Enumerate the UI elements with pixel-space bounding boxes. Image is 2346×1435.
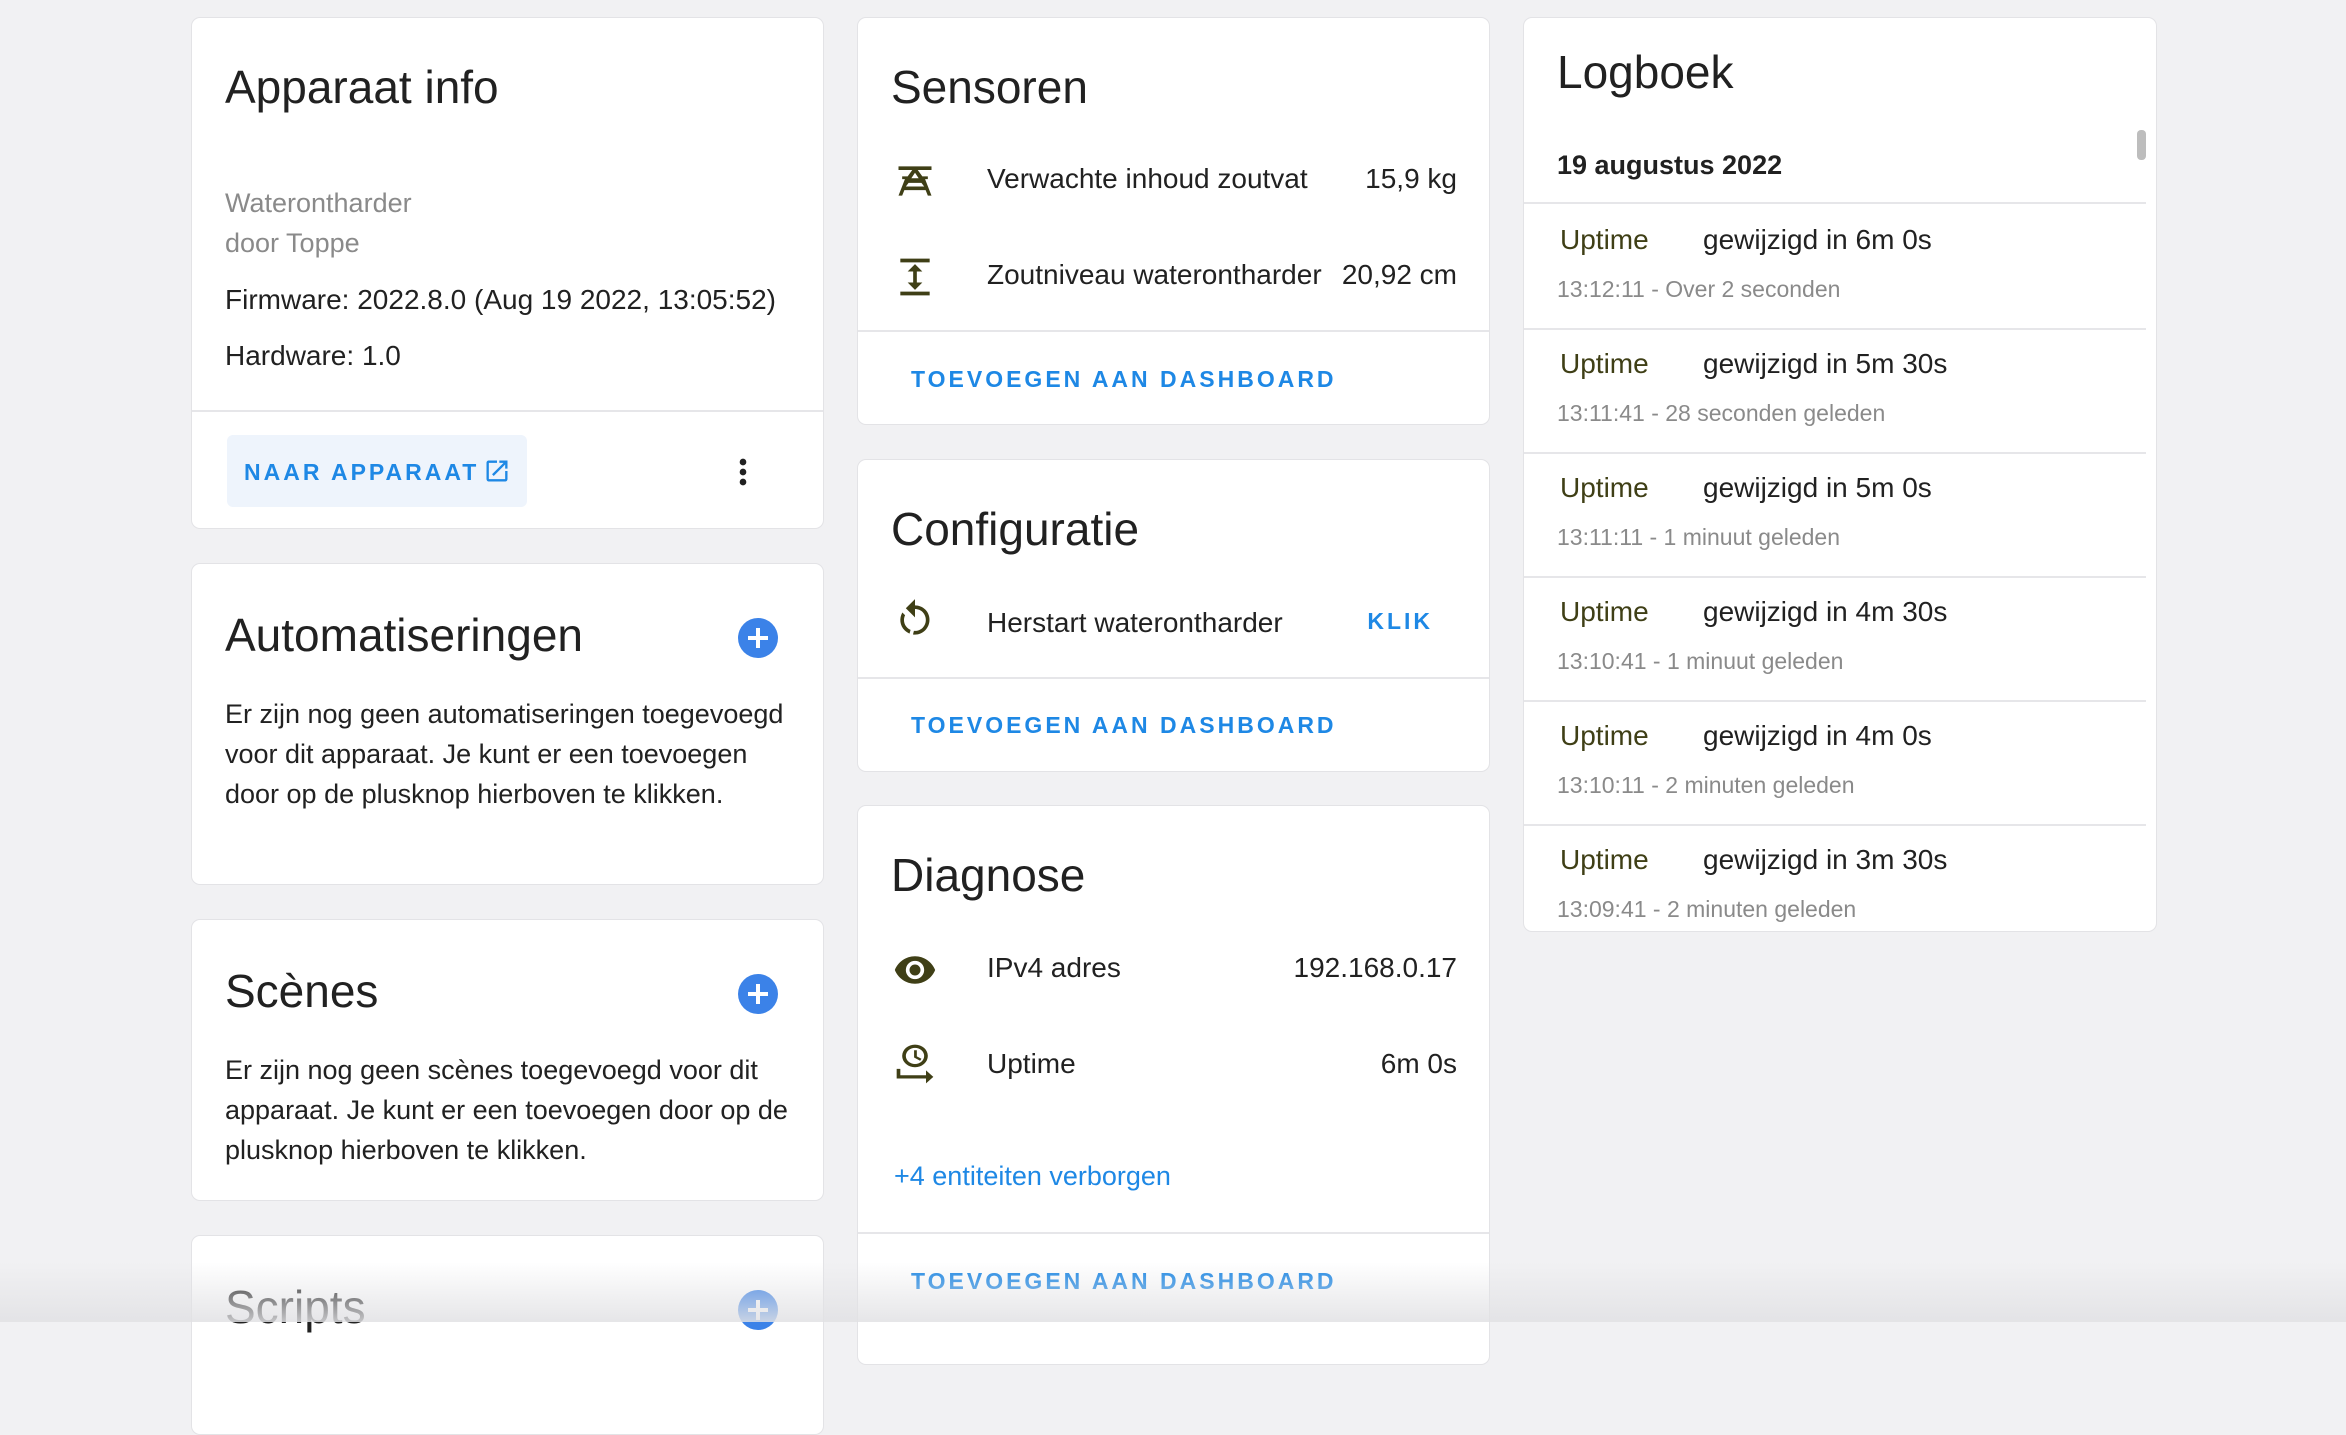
config-add-to-dashboard-button[interactable]: TOEVOEGEN AAN DASHBOARD (911, 712, 1337, 739)
open-in-new-icon (483, 457, 511, 485)
device-info-card: Apparaat info Waterontharder door Toppe … (191, 17, 824, 529)
log-time: 13:11:41 - 28 seconden geleden (1557, 400, 1886, 426)
logbook-scrollbar[interactable] (2137, 130, 2146, 160)
sensors-title: Sensoren (891, 61, 1088, 113)
diagnostic-label: IPv4 adres (987, 952, 1121, 983)
logbook-entry[interactable]: Uptime gewijzigd in 3m 30s 13:09:41 - 2 … (1524, 824, 2146, 931)
sensors-divider (858, 330, 1489, 332)
logbook-title: Logboek (1557, 46, 1734, 98)
diagnostics-add-to-dashboard-button[interactable]: TOEVOEGEN AAN DASHBOARD (911, 1268, 1337, 1295)
config-row-label: Herstart waterontharder (987, 607, 1283, 638)
logbook-entry[interactable]: Uptime gewijzigd in 5m 0s 13:11:11 - 1 m… (1524, 452, 2146, 578)
log-entity-name[interactable]: Uptime (1560, 596, 1649, 628)
scripts-title: Scripts (225, 1281, 366, 1333)
add-automation-button[interactable] (738, 618, 778, 658)
scenes-empty-text: Er zijn nog geen scènes toegevoegd voor … (225, 1055, 788, 1165)
device-hardware: Hardware: 1.0 (225, 340, 401, 371)
logbook-entry[interactable]: Uptime gewijzigd in 6m 0s 13:12:11 - Ove… (1524, 204, 2146, 330)
add-script-button[interactable] (738, 1290, 778, 1330)
automations-title: Automatiseringen (225, 609, 583, 661)
goto-device-button[interactable]: NAAR APPARAAT (227, 435, 527, 507)
log-entity-name[interactable]: Uptime (1560, 224, 1649, 256)
hidden-entities-link[interactable]: +4 entiteiten verborgen (894, 1161, 1171, 1192)
sensor-label: Verwachte inhoud zoutvat (987, 163, 1308, 194)
log-message: gewijzigd in 4m 30s (1703, 596, 1948, 627)
diagnostics-title: Diagnose (891, 849, 1086, 901)
logbook-entry[interactable]: Uptime gewijzigd in 4m 0s 13:10:11 - 2 m… (1524, 700, 2146, 826)
sensor-value: 15,9 kg (1365, 163, 1457, 194)
scripts-card: Scripts (191, 1235, 824, 1435)
logbook-date: 19 augustus 2022 (1557, 150, 1783, 180)
diagnostics-divider (858, 1232, 1489, 1234)
log-message: gewijzigd in 4m 0s (1703, 720, 1932, 751)
automations-empty-text: Er zijn nog geen automatiseringen toegev… (225, 699, 784, 809)
log-message: gewijzigd in 5m 30s (1703, 348, 1948, 379)
logbook-card: Logboek 19 augustus 2022 Uptime gewijzig… (1523, 17, 2157, 932)
log-message: gewijzigd in 5m 0s (1703, 472, 1932, 503)
sensor-label: Zoutniveau waterontharder (987, 259, 1322, 290)
scale-icon (893, 159, 937, 203)
diagnostic-value: 192.168.0.17 (1293, 952, 1458, 983)
diagnostic-value: 6m 0s (1380, 1048, 1457, 1079)
scenes-card: Scènes Er zijn nog geen scènes toegevoeg… (191, 919, 824, 1201)
sensors-add-to-dashboard-button[interactable]: TOEVOEGEN AAN DASHBOARD (911, 366, 1337, 393)
eye-icon (893, 948, 937, 992)
sensors-card: Sensoren Verwachte inhoud zoutvat 15,9 k… (857, 17, 1490, 425)
device-info-divider (192, 410, 823, 412)
diagnostics-card: Diagnose IPv4 adres 192.168.0.17 Uptime … (857, 805, 1490, 1365)
diagnostic-label: Uptime (987, 1048, 1076, 1079)
log-time: 13:10:11 - 2 minuten geleden (1557, 772, 1855, 798)
device-info-title: Apparaat info (225, 61, 499, 113)
log-entity-name[interactable]: Uptime (1560, 720, 1649, 752)
log-time: 13:12:11 - Over 2 seconden (1557, 276, 1841, 302)
device-model: Waterontharder (225, 188, 412, 218)
config-title: Configuratie (891, 503, 1140, 555)
logbook-entry[interactable]: Uptime gewijzigd in 5m 30s 13:11:41 - 28… (1524, 328, 2146, 454)
restart-press-button[interactable]: KLIK (1367, 608, 1433, 635)
device-menu-button[interactable] (723, 450, 763, 494)
clock-timer-icon (893, 1043, 937, 1087)
scenes-title: Scènes (225, 965, 379, 1017)
config-card: Configuratie Herstart waterontharder KLI… (857, 459, 1490, 772)
device-firmware: Firmware: 2022.8.0 (Aug 19 2022, 13:05:5… (225, 284, 777, 315)
log-message: gewijzigd in 3m 30s (1703, 844, 1948, 875)
automations-card: Automatiseringen Er zijn nog geen automa… (191, 563, 824, 885)
dots-vertical-icon (723, 450, 763, 499)
log-time: 13:09:41 - 2 minuten geleden (1557, 896, 1857, 922)
log-time: 13:10:41 - 1 minuut geleden (1557, 648, 1844, 674)
log-entity-name[interactable]: Uptime (1560, 348, 1649, 380)
goto-device-label: NAAR APPARAAT (244, 459, 480, 485)
restart-icon (893, 598, 937, 642)
log-time: 13:11:11 - 1 minuut geleden (1557, 524, 1841, 550)
add-scene-button[interactable] (738, 974, 778, 1014)
sensor-value: 20,92 cm (1341, 259, 1457, 290)
arrow-expand-vertical-icon (893, 255, 937, 299)
log-entity-name[interactable]: Uptime (1560, 844, 1649, 876)
logbook-entry[interactable]: Uptime gewijzigd in 4m 30s 13:10:41 - 1 … (1524, 576, 2146, 702)
config-divider (858, 677, 1489, 679)
device-manufacturer: door Toppe (225, 228, 360, 258)
log-entity-name[interactable]: Uptime (1560, 472, 1649, 504)
log-message: gewijzigd in 6m 0s (1703, 224, 1932, 255)
